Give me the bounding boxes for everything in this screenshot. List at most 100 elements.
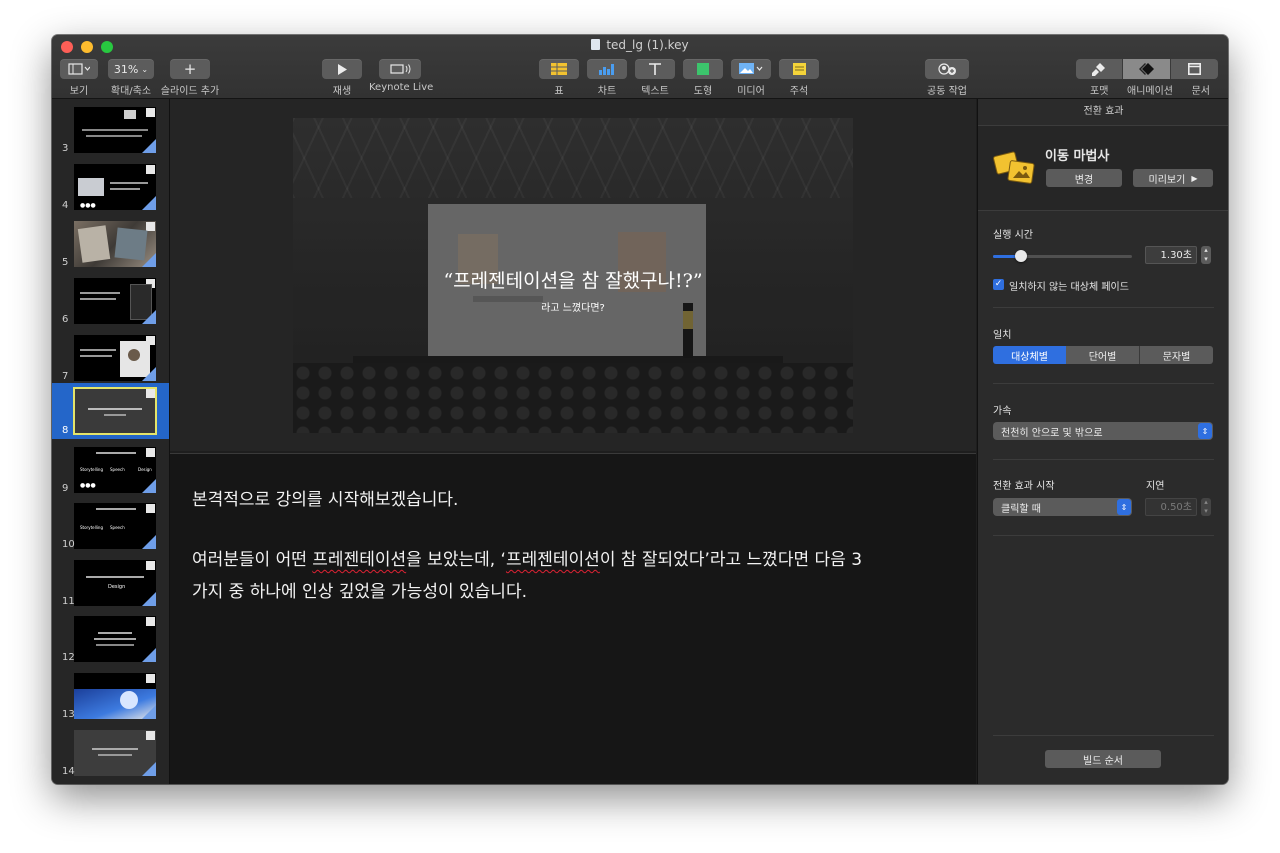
chevron-down-icon: ⌄: [141, 64, 149, 74]
delay-stepper[interactable]: ▴ ▾: [1201, 498, 1211, 516]
chart-tool[interactable]: 차트: [586, 59, 628, 97]
fade-checkbox[interactable]: ✓: [993, 279, 1004, 290]
zoom-tool[interactable]: 31% ⌄ 확대/축소: [108, 59, 154, 97]
add-slide-tool[interactable]: + 슬라이드 추가: [160, 59, 220, 97]
comment-button[interactable]: [779, 59, 819, 79]
change-effect-button[interactable]: 변경: [1046, 169, 1122, 187]
match-segmented-control: 대상체별 단어별 문자별: [993, 346, 1213, 364]
text-button[interactable]: [635, 59, 675, 79]
tab-format[interactable]: [1076, 59, 1124, 79]
chart-button[interactable]: [587, 59, 627, 79]
play-tool[interactable]: 재생: [321, 59, 363, 97]
document-icon: [591, 39, 601, 50]
shape-button[interactable]: [683, 59, 723, 79]
inspector-header: 전환 효과: [978, 99, 1228, 126]
spelling-error[interactable]: 프레젠테이션: [506, 550, 600, 570]
slide-subtitle-text[interactable]: 라고 느꼈다면?: [293, 299, 853, 314]
document-icon: [1187, 63, 1201, 75]
updown-chevron-icon: ⇕: [1117, 499, 1131, 515]
acceleration-select[interactable]: 천천히 안으로 및 밖으로 ⇕: [993, 422, 1213, 440]
spelling-error[interactable]: 프레젠테이션: [312, 550, 406, 570]
table-tool[interactable]: 표: [538, 59, 580, 97]
slide-thumbnail[interactable]: Storytelling Speech 10: [52, 499, 169, 553]
notes-paragraph: 가지 중 하나에 인상 깊었을 가능성이 있습니다.: [192, 582, 527, 602]
slide-preview: ●●●: [74, 164, 156, 210]
media-button[interactable]: [731, 59, 771, 79]
slide-preview: [74, 730, 156, 776]
slide-thumbnail[interactable]: 14: [52, 726, 169, 780]
slide-canvas[interactable]: “프레젠테이션을 참 잘했구나!?” 라고 느꼈다면?: [170, 99, 976, 451]
notes-paragraph: 여러분들이 어떤 프레젠테이션을 보았는데, ‘프레젠테이션이 참 잘되었다’라…: [192, 550, 863, 570]
sidebar-view-icon: [68, 63, 90, 75]
keynote-live-icon: [390, 64, 411, 74]
match-by-character[interactable]: 문자별: [1140, 346, 1213, 364]
comment-icon: [792, 63, 806, 75]
view-tool[interactable]: 보기: [60, 59, 98, 97]
slide-preview: Design: [74, 560, 156, 606]
inspector-tabs: 포맷 애니메이션 문서: [1076, 59, 1218, 97]
match-by-word[interactable]: 단어별: [1066, 346, 1140, 364]
delay-field[interactable]: 0.50초: [1145, 498, 1197, 516]
shape-tool[interactable]: 도형: [682, 59, 724, 97]
start-transition-label: 전환 효과 시작: [993, 481, 1055, 492]
build-order-button[interactable]: 빌드 순서: [1045, 750, 1161, 768]
slide-thumbnail[interactable]: Storytelling Speech Design ●●● 9: [52, 443, 169, 497]
keynote-live-button[interactable]: [379, 59, 421, 79]
collaborate-tool[interactable]: 공동 작업: [925, 59, 969, 97]
slide-thumbnail[interactable]: Design 11: [52, 556, 169, 610]
slide-navigator: 3 ●●● 4 5 6 7 8 Storytelling Speech Desi…: [52, 99, 170, 784]
match-by-object[interactable]: 대상체별: [993, 346, 1066, 364]
table-button[interactable]: [539, 59, 579, 79]
duration-stepper[interactable]: ▴ ▾: [1201, 246, 1211, 264]
slide-thumbnail[interactable]: 12: [52, 612, 169, 666]
keynote-live-tool[interactable]: Keynote Live: [369, 59, 433, 93]
slide-thumbnail[interactable]: 7: [52, 331, 169, 385]
current-slide[interactable]: “프레젠테이션을 참 잘했구나!?” 라고 느꼈다면?: [293, 118, 853, 433]
notes-paragraph: 본격적으로 강의를 시작해보겠습니다.: [192, 490, 459, 510]
duration-slider-knob[interactable]: [1014, 250, 1027, 262]
collaborate-icon: [938, 63, 956, 75]
inspector-tab-group: [1076, 59, 1218, 79]
preview-button[interactable]: 미리보기 ▶: [1133, 169, 1213, 187]
tab-document[interactable]: [1170, 59, 1218, 79]
media-icon: [739, 63, 763, 74]
window-title: ted_lg (1).key: [52, 38, 1228, 52]
paintbrush-icon: [1092, 62, 1106, 76]
slide-preview: Storytelling Speech Design ●●●: [74, 447, 156, 493]
table-icon: [551, 63, 567, 75]
slide-thumbnail[interactable]: ●●● 4: [52, 160, 169, 214]
slide-preview: [74, 335, 156, 381]
animate-icon: [1138, 63, 1154, 75]
updown-chevron-icon: ⇕: [1198, 423, 1212, 439]
slide-preview: [74, 221, 156, 267]
view-button[interactable]: [60, 59, 98, 79]
media-tool[interactable]: 미디어: [730, 59, 772, 97]
plus-icon: +: [183, 60, 197, 78]
slide-thumbnail[interactable]: 3: [52, 103, 169, 157]
slide-thumbnail[interactable]: 13: [52, 669, 169, 723]
collaborate-button[interactable]: [925, 59, 969, 79]
tab-format-label: 포맷: [1090, 86, 1109, 97]
play-button[interactable]: [322, 59, 362, 79]
add-slide-button[interactable]: +: [170, 59, 210, 79]
slide-thumbnail-selected[interactable]: 8: [52, 383, 169, 439]
duration-label: 실행 시간: [993, 230, 1033, 241]
start-transition-select[interactable]: 클릭할 때 ⇕: [993, 498, 1132, 516]
play-icon: ▶: [1191, 173, 1198, 183]
tab-animate[interactable]: [1123, 59, 1171, 79]
slide-thumbnail[interactable]: 5: [52, 217, 169, 271]
slide-quote-text[interactable]: “프레젠테이션을 참 잘했구나!?”: [293, 266, 853, 293]
comment-tool[interactable]: 주석: [778, 59, 820, 97]
text-icon: [649, 63, 661, 75]
acceleration-label: 가속: [993, 406, 1012, 417]
shape-icon: [697, 63, 709, 75]
text-tool[interactable]: 텍스트: [634, 59, 676, 97]
presenter-notes[interactable]: 본격적으로 강의를 시작해보겠습니다. 여러분들이 어떤 프레젠테이션을 보았는…: [170, 453, 976, 784]
duration-field[interactable]: 1.30초: [1145, 246, 1197, 264]
slide-preview: [73, 387, 157, 435]
slide-preview: Storytelling Speech: [74, 503, 156, 549]
duration-slider[interactable]: [993, 250, 1132, 262]
slide-thumbnail[interactable]: 6: [52, 274, 169, 328]
zoom-select[interactable]: 31% ⌄: [108, 59, 154, 79]
fade-label: 일치하지 않는 대상체 페이드: [1009, 282, 1129, 293]
